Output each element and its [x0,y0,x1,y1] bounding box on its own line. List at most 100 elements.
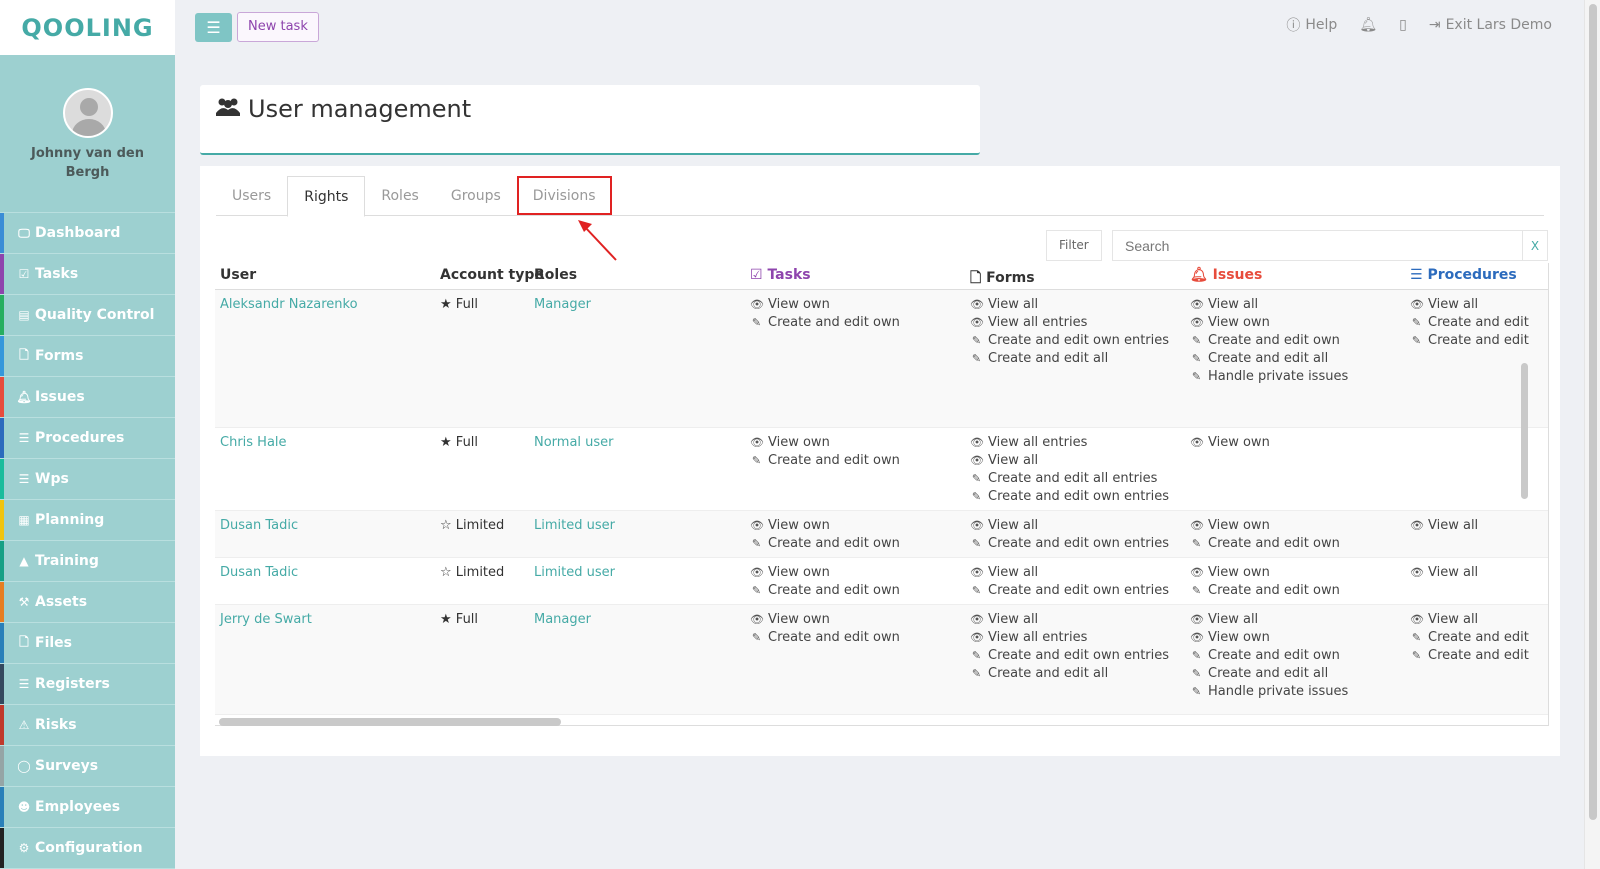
sidebar-item-planning[interactable]: ▦ Planning [0,500,175,541]
permission-item: ✎ Handle private issues [1190,683,1400,701]
cell-tasks: 👁︎ View own ✎ Create and edit own [745,605,965,715]
header-forms: 🗋︎ Forms [965,263,1185,290]
user-link[interactable]: Jerry de Swart [220,612,312,627]
permission-item: ✎ Create and edit own [750,582,960,600]
eye-icon: 👁︎ [1410,519,1424,532]
cell-forms: 👁︎ View all ✎ Create and edit own entries [965,558,1185,605]
file-icon: 🗋︎ [19,634,29,649]
edit-icon: ✎ [1191,685,1202,698]
hamburger-menu-button[interactable]: ☰ [195,13,232,42]
sidebar-item-risks[interactable]: ⚠ Risks [0,705,175,746]
edit-icon: ✎ [1191,584,1202,597]
exit-label: Exit Lars Demo [1445,17,1552,33]
search-input[interactable] [1112,230,1522,261]
help-link[interactable]: ⓘ Help [1286,15,1337,35]
tab-divisions[interactable]: Divisions [516,176,612,215]
sidebar-item-procedures[interactable]: ☰ Procedures [0,418,175,459]
sidebar-item-employees[interactable]: ☻ Employees [0,787,175,828]
sidebar-item-issues[interactable]: 🔔︎ Issues [0,377,175,418]
permission-label: View own [768,297,830,312]
half-star-icon: ☆ [440,518,456,533]
user-link[interactable]: Aleksandr Nazarenko [220,297,358,312]
notifications-button[interactable]: 🔔︎ [1359,17,1377,33]
filter-button[interactable]: Filter [1046,230,1102,261]
tab-roles[interactable]: Roles [365,176,434,215]
cell-tasks: 👁︎ View own ✎ Create and edit own [745,290,965,428]
user-link[interactable]: Dusan Tadic [220,518,298,533]
sidebar-item-assets[interactable]: ⚒ Assets [0,582,175,623]
star-icon: ★ [440,612,456,627]
permission-item: 👁︎ View own [1190,314,1400,332]
permission-item: ✎ Create and edit all [970,665,1180,683]
permission-label: View own [768,518,830,533]
permission-label: Create and edit own [768,583,900,598]
new-task-button[interactable]: New task [237,12,319,42]
sidebar-item-label: Surveys [35,758,99,774]
permission-item: 👁︎ View all entries [970,434,1180,452]
permission-label: Create and edit own entries [988,333,1170,348]
role-link[interactable]: Limited user [534,518,615,533]
sidebar-item-quality-control[interactable]: ▤ Quality Control [0,295,175,336]
sidebar-item-dashboard[interactable]: 🖵︎ Dashboard [0,213,175,254]
permission-item: 👁︎ View all [970,452,1180,470]
sidebar-item-registers[interactable]: ☰ Registers [0,664,175,705]
permission-label: View own [768,565,830,580]
edit-icon: ✎ [1191,370,1202,383]
sidebar-item-training[interactable]: ▲ Training [0,541,175,582]
role-link[interactable]: Normal user [534,435,614,450]
tab-groups[interactable]: Groups [435,176,517,215]
eye-icon: 👁︎ [1410,298,1424,311]
permission-label: Create and edit all [988,351,1109,366]
permission-item: ✎ Create and edit own [1190,647,1400,665]
cell-user: Chris Hale [215,428,435,511]
user-link[interactable]: Dusan Tadic [220,565,298,580]
permission-label: Create and edit own [768,315,900,330]
role-link[interactable]: Manager [534,612,591,627]
sidebar-item-label: Tasks [35,266,79,282]
permission-item: ✎ Create and edit all entries [970,470,1180,488]
user-link[interactable]: Chris Hale [220,435,287,450]
clear-search-button[interactable]: X [1522,230,1548,261]
sidebar-item-configuration[interactable]: ⚙ Configuration [0,828,175,869]
sidebar-item-forms[interactable]: 🗋︎ Forms [0,336,175,377]
header-issues: 🔔︎ Issues [1185,263,1405,290]
mobile-button[interactable]: ▯ [1399,17,1407,33]
qooling-logo[interactable]: QOOLING [0,0,175,55]
permission-item: ✎ Create and edit own [750,452,960,470]
users-icon [215,95,241,123]
list-icon: ☰ [1410,267,1423,283]
star-icon: ★ [440,435,456,450]
sidebar-item-files[interactable]: 🗋︎ Files [0,623,175,664]
tab-rights[interactable]: Rights [287,176,366,217]
permission-item: ✎ Create and edit [1410,629,1544,647]
eye-icon: 👁︎ [750,298,764,311]
sidebar-item-wps[interactable]: ☰ Wps [0,459,175,500]
eye-icon: 👁︎ [750,519,764,532]
cell-user: Jerry de Swart [215,605,435,715]
role-link[interactable]: Manager [534,297,591,312]
sidebar-item-label: Issues [35,389,85,405]
permission-item: ✎ Create and edit all [970,350,1180,368]
exit-demo-link[interactable]: ⇥ Exit Lars Demo [1429,17,1552,33]
page-scrollbar[interactable] [1584,0,1600,869]
role-link[interactable]: Limited user [534,565,615,580]
edit-icon: ✎ [1191,352,1202,365]
permission-item: 👁︎ View own [1190,564,1400,582]
rights-panel: UsersRightsRolesGroupsDivisions Filter X… [200,166,1560,756]
sidebar-item-tasks[interactable]: ☑ Tasks [0,254,175,295]
file-icon: 🗋︎ [970,270,982,286]
eye-icon: 👁︎ [970,566,984,579]
annotation-arrow [578,220,617,261]
account-type-label: Full [455,612,479,627]
edit-icon: ✎ [1411,631,1422,644]
user-profile[interactable]: Johnny van den Bergh [0,55,175,213]
tab-users[interactable]: Users [216,176,287,215]
table-horizontal-scrollbar[interactable] [219,718,561,726]
permission-label: Handle private issues [1208,684,1349,699]
permission-item: ✎ Create and edit own entries [970,488,1180,506]
table-vertical-scrollbar[interactable] [1521,363,1528,499]
cell-forms: 👁︎ View all 👁︎ View all entries ✎ Create and … [965,605,1185,715]
eye-icon: 👁︎ [970,613,984,626]
header-account-type: Account type [435,263,544,290]
sidebar-item-surveys[interactable]: ◯ Surveys [0,746,175,787]
